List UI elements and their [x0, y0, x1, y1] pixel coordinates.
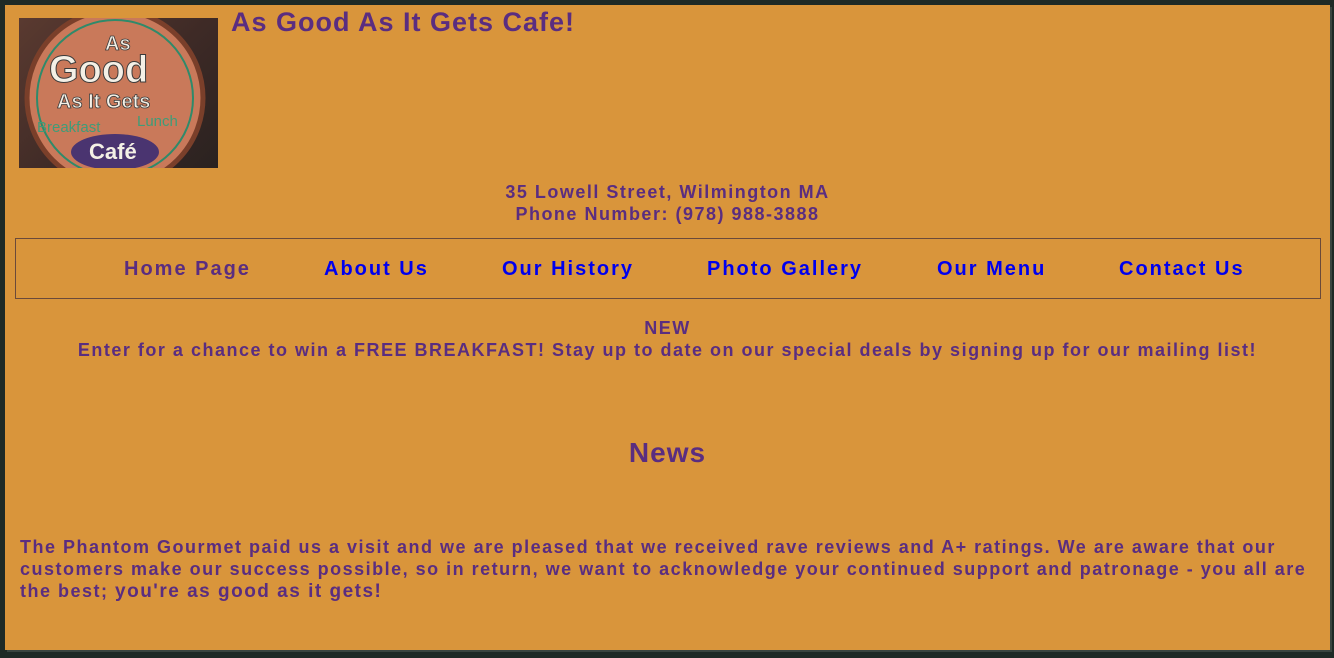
- nav-our-menu-link[interactable]: Our Menu: [937, 258, 1046, 281]
- logo-line-3: As It Gets: [57, 91, 150, 113]
- nav-home-page-link[interactable]: Home Page: [124, 258, 251, 281]
- nav-contact-us-link[interactable]: Contact Us: [1119, 258, 1245, 281]
- site-title: As Good As It Gets Cafe!: [231, 7, 576, 37]
- promo-text: Enter for a chance to win a FREE BREAKFA…: [77, 340, 1258, 360]
- promo-new-tag: NEW: [644, 318, 691, 338]
- news-heading: News: [628, 437, 707, 468]
- logo-line-2: Good: [49, 49, 148, 91]
- promo-announcement: NEW Enter for a chance to win a FREE BRE…: [5, 317, 1330, 361]
- address-text: 35 Lowell Street, Wilmington MA: [505, 182, 830, 202]
- cafe-logo[interactable]: As Good As It Gets Breakfast Lunch Café: [19, 18, 218, 168]
- news-emphasis-text: you're as good as it gets!: [115, 581, 383, 602]
- phone-text: Phone Number: (978) 988-3888: [515, 204, 820, 224]
- logo-right-label: Lunch: [137, 113, 178, 130]
- news-paragraph: The Phantom Gourmet paid us a visit and …: [20, 536, 1318, 603]
- page-container: As Good As It Gets Breakfast Lunch Café …: [5, 5, 1330, 650]
- nav-our-history-link[interactable]: Our History: [502, 258, 634, 281]
- contact-info: 35 Lowell Street, Wilmington MA Phone Nu…: [5, 181, 1330, 225]
- nav-about-us-link[interactable]: About Us: [324, 258, 429, 281]
- nav-photo-gallery-link[interactable]: Photo Gallery: [707, 258, 863, 281]
- logo-sign-image: As Good As It Gets Breakfast Lunch Café: [24, 18, 206, 168]
- logo-bottom-label: Café: [89, 139, 137, 164]
- main-navigation: Home Page About Us Our History Photo Gal…: [15, 238, 1321, 299]
- logo-left-label: Breakfast: [37, 119, 101, 136]
